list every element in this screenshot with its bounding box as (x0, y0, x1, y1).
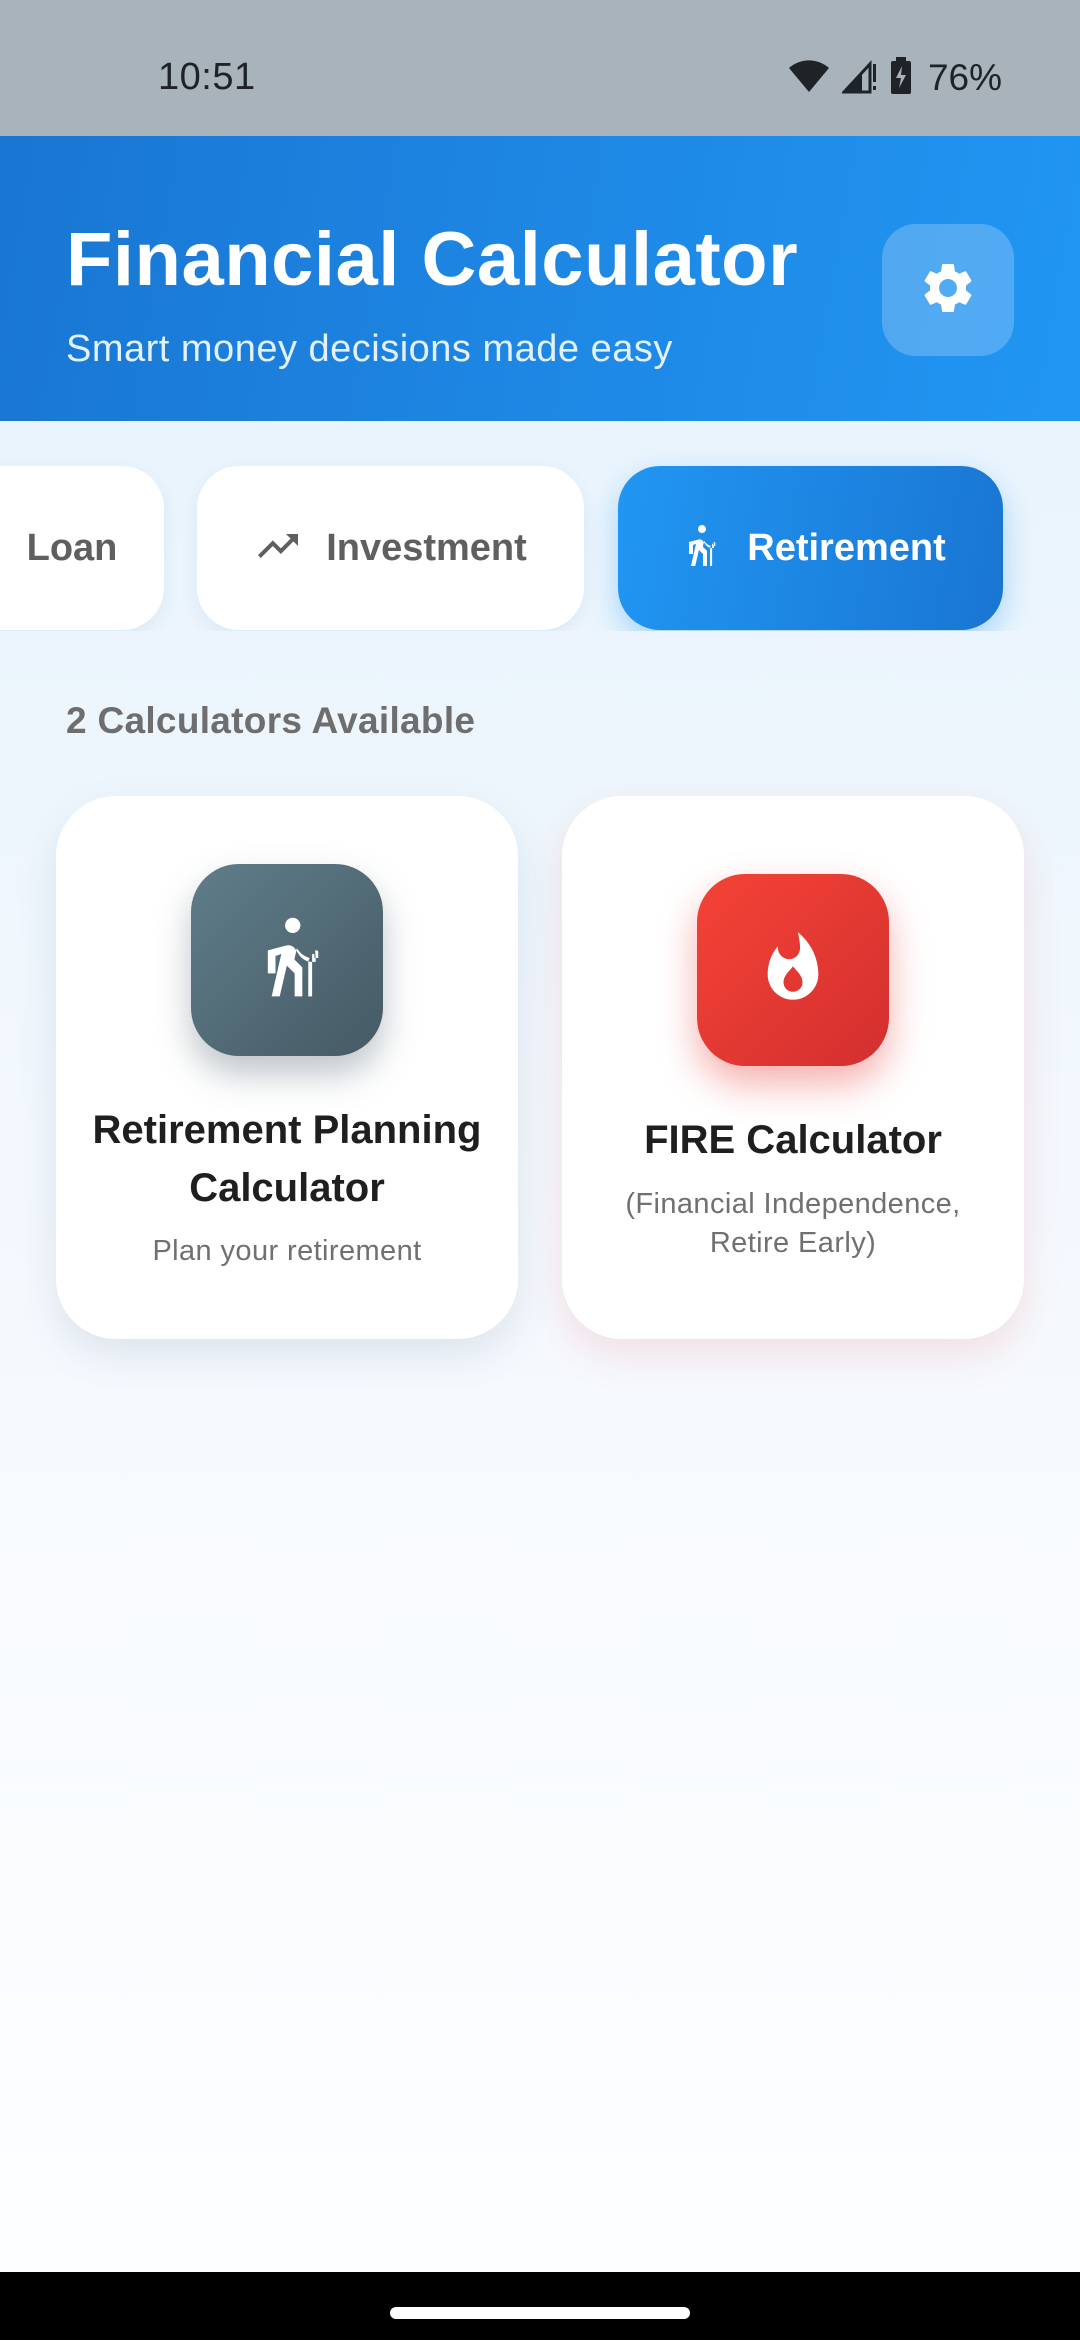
system-nav-bar (0, 2272, 1080, 2340)
card-description: Plan your retirement (152, 1235, 422, 1267)
card-title-line: Calculator (189, 1166, 385, 1210)
page-subtitle: Smart money decisions made easy (66, 328, 673, 370)
card-description: Retire Early) (709, 1227, 877, 1259)
tab-loan-label: Loan (26, 526, 118, 569)
tab-retirement-label: Retirement (747, 526, 946, 569)
status-icons: 76% (788, 56, 1002, 100)
app-header: Financial Calculator Smart money decisio… (0, 136, 1080, 421)
tab-investment-label: Investment (326, 526, 527, 569)
card-title-line: Retirement Planning (92, 1108, 482, 1152)
calculators-count: 2 Calculators Available (66, 700, 476, 741)
elderly-person-icon (241, 912, 333, 1009)
page-title: Financial Calculator (66, 217, 799, 302)
tab-loan[interactable]: Loan (0, 466, 164, 630)
settings-button[interactable] (882, 224, 1014, 356)
card-description: (Financial Independence, (625, 1188, 961, 1220)
status-time: 10:51 (158, 56, 256, 98)
cell-signal-icon (840, 58, 878, 99)
battery-charging-icon (890, 56, 912, 100)
gear-icon (918, 258, 978, 323)
fire-card-icon-box (697, 874, 889, 1066)
status-bar: 10:51 76% (0, 0, 1080, 136)
tab-retirement[interactable]: Retirement (618, 466, 1003, 630)
home-gesture-handle[interactable] (390, 2307, 690, 2319)
retirement-planning-card[interactable]: Retirement Planning Calculator Plan your… (56, 796, 518, 1339)
trending-up-icon (254, 522, 302, 575)
fire-calculator-card[interactable]: FIRE Calculator (Financial Independence,… (562, 796, 1024, 1339)
battery-percentage: 76% (927, 57, 1002, 98)
card-title: FIRE Calculator (644, 1118, 942, 1162)
flame-icon (755, 930, 831, 1011)
tab-investment[interactable]: Investment (197, 466, 584, 630)
retirement-card-icon-box (191, 864, 383, 1056)
elderly-person-icon (675, 522, 723, 575)
category-tabs: Loan Investment Retirement (0, 421, 1080, 631)
wifi-icon (788, 59, 830, 98)
